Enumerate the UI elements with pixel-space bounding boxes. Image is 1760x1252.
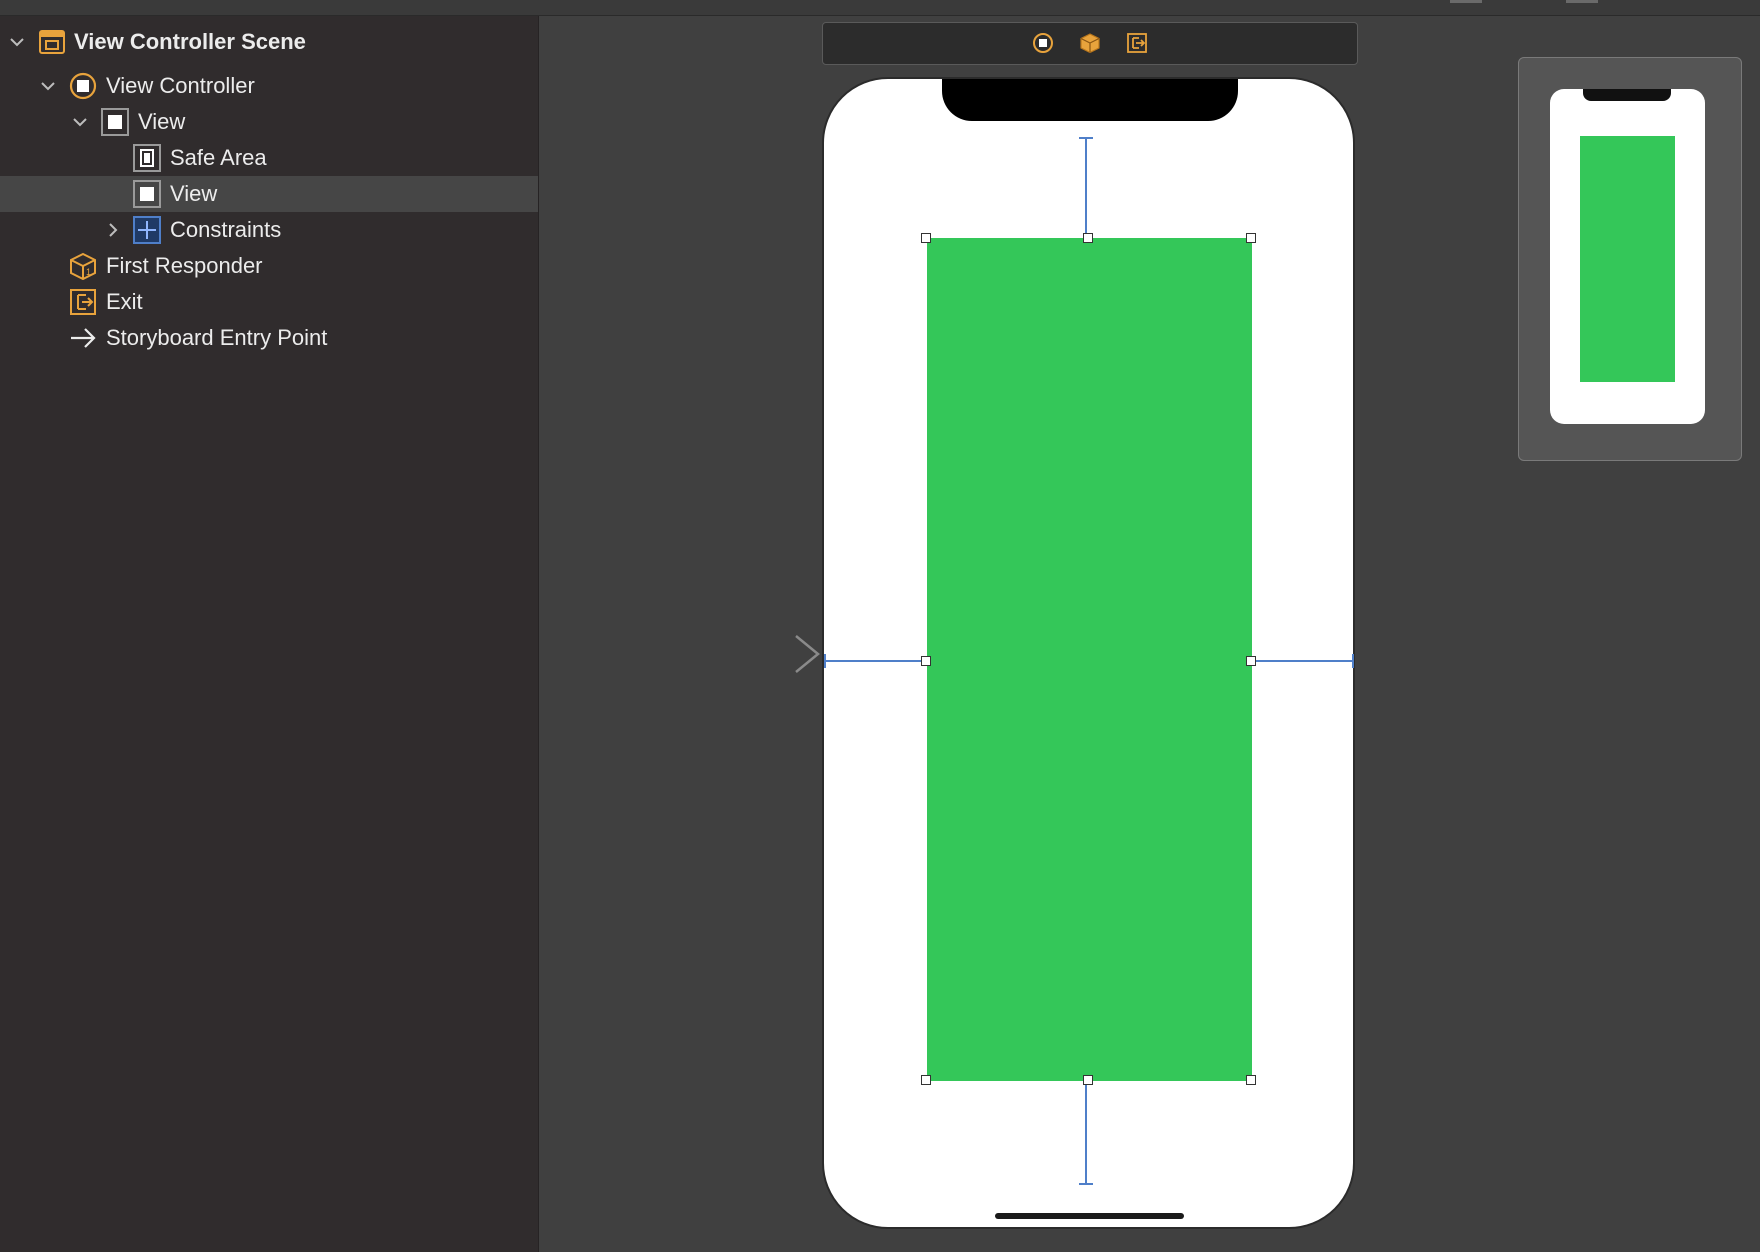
first-responder-icon: 1 xyxy=(70,252,96,280)
view-icon xyxy=(133,180,161,208)
constraints-icon xyxy=(133,216,161,244)
home-indicator xyxy=(995,1213,1184,1219)
document-outline: View Controller Scene View Controller Vi… xyxy=(0,16,539,1252)
outline-label: View xyxy=(170,181,218,206)
device-notch xyxy=(942,79,1238,121)
chevron-right-icon[interactable] xyxy=(106,223,120,237)
bottom-constraint[interactable] xyxy=(1085,1080,1087,1185)
outline-label: Exit xyxy=(106,289,143,314)
outline-row-view[interactable]: View xyxy=(0,104,538,140)
device-frame[interactable] xyxy=(822,77,1355,1229)
leading-constraint[interactable] xyxy=(824,660,926,662)
outline-label: Constraints xyxy=(170,217,282,242)
view-icon xyxy=(101,108,129,136)
entry-arrow-icon xyxy=(71,328,96,348)
outline-label: View xyxy=(138,109,186,134)
outline-row-view-controller[interactable]: View Controller xyxy=(0,68,538,104)
minimap-device xyxy=(1550,89,1705,424)
chevron-down-icon[interactable] xyxy=(10,35,24,49)
outline-label: First Responder xyxy=(106,253,263,278)
svg-text:1: 1 xyxy=(86,267,91,277)
toolbar-marker xyxy=(1450,0,1482,3)
green-subview[interactable] xyxy=(927,238,1252,1081)
minimap-notch xyxy=(1583,89,1671,101)
resize-handle-bottom-left[interactable] xyxy=(921,1075,931,1085)
outline-row-subview[interactable]: View xyxy=(0,176,538,212)
scene-dock xyxy=(822,22,1358,65)
view-controller-icon[interactable] xyxy=(1032,32,1054,54)
view-controller-icon xyxy=(69,72,97,100)
resize-handle-right[interactable] xyxy=(1246,656,1256,666)
outline-label: Storyboard Entry Point xyxy=(106,325,328,350)
outline-row-constraints[interactable]: Constraints xyxy=(0,212,538,248)
trailing-constraint-cap xyxy=(1352,654,1354,668)
top-constraint-cap xyxy=(1079,137,1093,139)
top-constraint[interactable] xyxy=(1085,137,1087,238)
canvas-minimap[interactable] xyxy=(1518,57,1742,461)
safe-area-icon xyxy=(133,144,161,172)
resize-handle-top-right[interactable] xyxy=(1246,233,1256,243)
storyboard-entry-arrow[interactable] xyxy=(690,634,822,674)
bottom-constraint-cap xyxy=(1079,1183,1093,1185)
outline-row-view-controller-scene[interactable]: View Controller Scene xyxy=(0,24,538,60)
minimap-green-subview xyxy=(1580,136,1675,382)
toolbar-marker xyxy=(1566,0,1598,3)
exit-icon xyxy=(70,289,96,315)
outline-row-storyboard-entry-point[interactable]: Storyboard Entry Point xyxy=(0,320,538,356)
resize-handle-bottom-right[interactable] xyxy=(1246,1075,1256,1085)
chevron-down-icon[interactable] xyxy=(41,79,55,93)
outline-label: View Controller Scene xyxy=(74,29,306,54)
first-responder-icon[interactable] xyxy=(1079,32,1101,54)
outline-label: Safe Area xyxy=(170,145,267,170)
resize-handle-left[interactable] xyxy=(921,656,931,666)
outline-row-safe-area[interactable]: Safe Area xyxy=(0,140,538,176)
outline-row-exit[interactable]: Exit xyxy=(0,284,538,320)
outline-row-first-responder[interactable]: 1 First Responder xyxy=(0,248,538,284)
resize-handle-top[interactable] xyxy=(1083,233,1093,243)
leading-constraint-cap xyxy=(824,654,826,668)
outline-label: View Controller xyxy=(106,73,255,98)
resize-handle-top-left[interactable] xyxy=(921,233,931,243)
chevron-down-icon[interactable] xyxy=(73,115,87,129)
exit-icon[interactable] xyxy=(1126,32,1148,54)
trailing-constraint[interactable] xyxy=(1251,660,1354,662)
toolbar-strip xyxy=(0,0,1760,16)
resize-handle-bottom[interactable] xyxy=(1083,1075,1093,1085)
scene-icon xyxy=(39,30,65,54)
